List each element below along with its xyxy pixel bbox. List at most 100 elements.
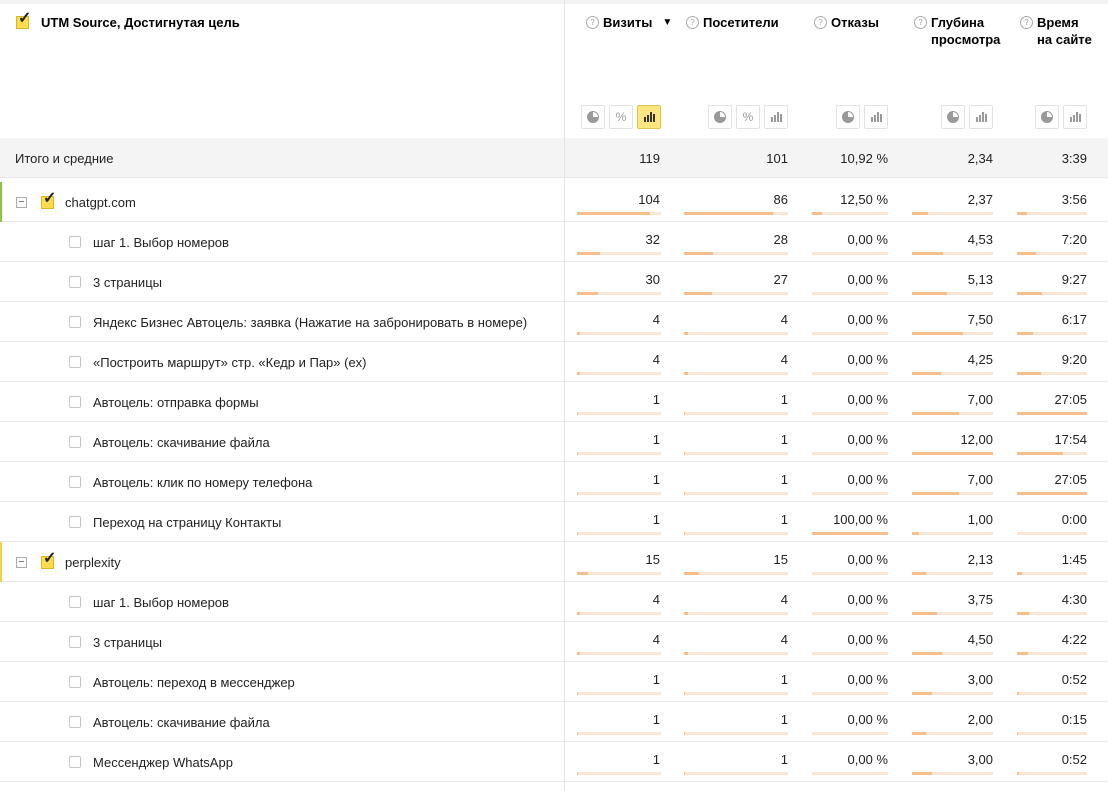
percent-button[interactable]: % (736, 105, 760, 129)
collapse-toggle[interactable]: − (16, 196, 27, 208)
row-label-text: Автоцель: скачивание файла (93, 434, 270, 450)
metric-value: 4 (780, 632, 788, 647)
metric-bar (912, 452, 993, 455)
row-checkbox[interactable] (69, 516, 81, 528)
metric-value: 2,37 (967, 192, 993, 207)
row-label-text: 3 страницы (93, 634, 162, 650)
metric-bar (912, 772, 993, 775)
pie-button[interactable] (836, 105, 860, 129)
metric-bar (577, 652, 661, 655)
row-checkbox[interactable] (69, 236, 81, 248)
metric-header-0[interactable]: ? Визиты ▼ (586, 14, 672, 31)
metric-bar (1017, 652, 1087, 655)
metric-bar (1017, 492, 1087, 495)
pie-button[interactable] (708, 105, 732, 129)
metric-bar (684, 692, 788, 695)
metric-bar (912, 692, 993, 695)
metric-value: 0,00 % (847, 472, 888, 487)
metric-bar-fill (684, 292, 712, 295)
table-row[interactable]: Яндекс Бизнес Автоцель: заявка (Нажатие … (0, 302, 1108, 342)
table-row[interactable]: «Построить маршрут» стр. «Кедр и Пар» (e… (0, 342, 1108, 382)
table-row[interactable]: шаг 1. Выбор номеров 4 4 0,00 % 3,75 4:30 (0, 582, 1108, 622)
group-row[interactable]: − ✓ perplexity 15 15 0,00 % 2,13 1:45 (0, 542, 1108, 582)
metric-value: 1 (780, 712, 788, 727)
row-checkbox[interactable]: ✓ (41, 551, 57, 570)
metric-bar (684, 212, 788, 215)
metric-bar-fill (912, 612, 938, 615)
help-icon[interactable]: ? (814, 16, 827, 29)
metric-header-3[interactable]: ? Глубина просмотра (914, 14, 1005, 48)
collapse-toggle[interactable]: − (16, 556, 27, 568)
metric-value: 1:45 (1061, 552, 1087, 567)
table-row[interactable]: 3 страницы 4 4 0,00 % 4,50 4:22 (0, 622, 1108, 662)
metric-value: 7,00 (967, 392, 993, 407)
row-checkbox[interactable] (69, 716, 81, 728)
metric-header-2[interactable]: ? Отказы (814, 14, 879, 31)
metric-value: 12,00 (960, 432, 993, 447)
metric-bar-fill (577, 252, 600, 255)
metric-value: 1 (780, 392, 788, 407)
metric-value: 0:00 (1061, 512, 1087, 527)
metric-bar-fill (577, 772, 578, 775)
row-checkbox[interactable] (69, 476, 81, 488)
group-row[interactable]: − ✓ chatgpt.com 104 86 12,50 % 2,37 3:56 (0, 182, 1108, 222)
metric-value: 0,00 % (847, 432, 888, 447)
bars-button[interactable] (864, 105, 888, 129)
metric-bar (577, 372, 661, 375)
metric-bar-fill (684, 212, 773, 215)
help-icon[interactable]: ? (686, 16, 699, 29)
metric-bar (684, 652, 788, 655)
table-row[interactable]: Автоцель: переход в мессенджер 1 1 0,00 % 3,… (0, 662, 1108, 702)
row-label-text: Итого и средние (15, 150, 114, 166)
row-checkbox[interactable]: ✓ (41, 191, 57, 210)
metric-bar (1017, 292, 1087, 295)
metric-bar-fill (684, 772, 686, 775)
row-checkbox[interactable] (69, 436, 81, 448)
row-checkbox[interactable] (69, 396, 81, 408)
bars-button[interactable] (637, 105, 661, 129)
pie-button[interactable] (581, 105, 605, 129)
dimension-header[interactable]: ✓ UTM Source, Достигнутая цель (16, 11, 240, 30)
row-checkbox[interactable] (69, 596, 81, 608)
table-row[interactable]: Автоцель: клик по номеру телефона 1 1 0,00 … (0, 462, 1108, 502)
metric-value: 27 (773, 272, 788, 287)
help-icon[interactable]: ? (914, 16, 927, 29)
help-icon[interactable]: ? (1020, 16, 1033, 29)
row-checkbox[interactable] (69, 756, 81, 768)
table-row[interactable]: Переход на страницу Контакты 1 1 100,00 % 1,… (0, 502, 1108, 542)
table-row[interactable]: Автоцель: скачивание файла 1 1 0,00 % 2,00 0:… (0, 702, 1108, 742)
table-row[interactable]: шаг 1. Выбор номеров 32 28 0,00 % 4,53 7:20 (0, 222, 1108, 262)
percent-button[interactable]: % (609, 105, 633, 129)
row-checkbox[interactable] (69, 636, 81, 648)
metric-header-4[interactable]: ? Время на сайте (1020, 14, 1095, 48)
pie-button[interactable] (1035, 105, 1059, 129)
row-checkbox[interactable] (69, 316, 81, 328)
dimension-checkbox[interactable]: ✓ (16, 11, 32, 30)
table-row[interactable]: Автоцель: отправка формы 1 1 0,00 % 7,00 27:0… (0, 382, 1108, 422)
metric-bar-fill (912, 252, 943, 255)
sort-desc-icon[interactable]: ▼ (662, 14, 672, 31)
bars-button[interactable] (969, 105, 993, 129)
metric-value: 4,53 (967, 232, 993, 247)
table-row[interactable]: Мессенджер WhatsApp 1 1 0,00 % 3,00 0:52 (0, 742, 1108, 782)
bars-button[interactable] (1063, 105, 1087, 129)
metric-header-1[interactable]: ? Посетители (686, 14, 779, 31)
metric-bar (1017, 532, 1087, 535)
metric-bar-fill (912, 332, 963, 335)
table-row[interactable]: 3 страницы 30 27 0,00 % 5,13 9:27 (0, 262, 1108, 302)
row-checkbox[interactable] (69, 356, 81, 368)
bars-button[interactable] (764, 105, 788, 129)
metric-bar (1017, 612, 1087, 615)
metric-value: 0,00 % (847, 592, 888, 607)
row-checkbox[interactable] (69, 676, 81, 688)
row-label-text: Яндекс Бизнес Автоцель: заявка (Нажатие … (93, 314, 528, 330)
row-checkbox[interactable] (69, 276, 81, 288)
row-label-text: шаг 1. Выбор номеров (93, 234, 229, 250)
pie-button[interactable] (941, 105, 965, 129)
table-row[interactable]: Автоцель: скачивание файла 1 1 0,00 % 12,00 1… (0, 422, 1108, 462)
chart-mode-buttons: % (581, 105, 661, 129)
row-label-text: 3 страницы (93, 274, 162, 290)
metric-value: 0:52 (1061, 752, 1087, 767)
metric-value: 0,00 % (847, 352, 888, 367)
help-icon[interactable]: ? (586, 16, 599, 29)
